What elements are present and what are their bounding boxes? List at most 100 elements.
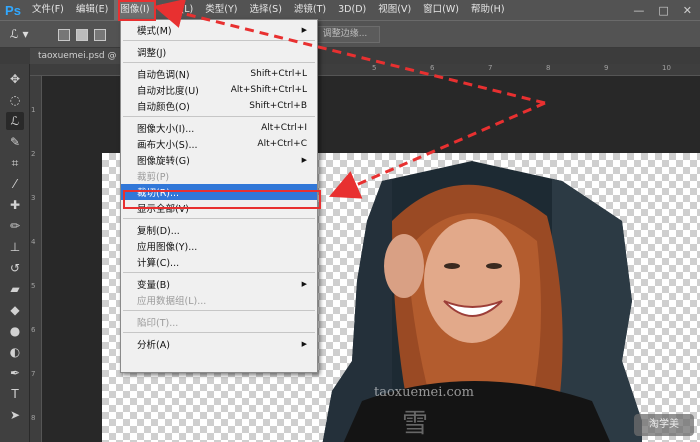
ruler-tick-label: 8	[546, 64, 551, 72]
menu-item-label: 画布大小(S)...	[137, 140, 198, 151]
ruler-tick-label: 7	[488, 64, 493, 72]
ruler-tick-label: 10	[662, 64, 671, 72]
healing-brush-icon[interactable]: ✚	[6, 196, 24, 214]
menu-item[interactable]: 图层(L)	[156, 0, 200, 20]
subtract-selection-icon[interactable]	[94, 29, 106, 41]
photoshop-logo: Ps	[5, 2, 21, 18]
corner-badge: 淘学美	[634, 414, 694, 436]
menu-item-label: 应用图像(Y)...	[137, 242, 198, 253]
close-icon[interactable]: ✕	[683, 4, 692, 17]
submenu-arrow-icon: ▶	[301, 340, 307, 348]
image-menu-item[interactable]: 应用图像(Y)...	[121, 238, 317, 254]
image-menu-item[interactable]: 画布大小(S)... Alt+Ctrl+C	[121, 136, 317, 152]
annotation-box-trim-item	[123, 190, 321, 209]
image-menu-item[interactable]: 自动颜色(O) Shift+Ctrl+B	[121, 98, 317, 114]
ruler-tick-label: 8	[31, 414, 36, 422]
menu-item[interactable]: 视图(V)	[372, 0, 417, 20]
path-select-icon[interactable]: ➤	[6, 406, 24, 424]
menu-separator	[123, 272, 315, 273]
ruler-tick-label: 5	[31, 282, 36, 290]
eyedropper-icon[interactable]: ⁄	[6, 175, 24, 193]
image-menu-item[interactable]: 图像大小(I)... Alt+Ctrl+I	[121, 120, 317, 136]
menu-item-label: 模式(M)	[137, 26, 172, 37]
submenu-arrow-icon: ▶	[301, 280, 307, 288]
image-menu-item[interactable]: 自动对比度(U) Alt+Shift+Ctrl+L	[121, 82, 317, 98]
menu-item-label: 调整(J)	[137, 48, 167, 59]
menu-item-label: 复制(D)...	[137, 226, 180, 237]
crop-icon[interactable]: ⌗	[6, 154, 24, 172]
menu-item[interactable]: 类型(Y)	[199, 0, 243, 20]
menu-separator	[123, 40, 315, 41]
image-menu-item[interactable]: 调整(J)	[121, 44, 317, 60]
menu-item-shortcut: Alt+Ctrl+I	[261, 123, 307, 133]
menu-item[interactable]: 文件(F)	[26, 0, 70, 20]
image-menu-item[interactable]: 自动色调(N) Shift+Ctrl+L	[121, 66, 317, 82]
menu-separator	[123, 116, 315, 117]
menu-bar: Ps 文件(F) 编辑(E) 图像(I) 图层(L) 类型(Y) 选择(S) 滤镜(T) 3D…	[0, 0, 700, 20]
menu-item-label: 陷印(T)...	[137, 318, 179, 329]
menu-items: 文件(F) 编辑(E) 图像(I) 图层(L) 类型(Y) 选择(S) 滤镜(T) 3D(D)…	[26, 0, 511, 20]
menu-item-shortcut: Shift+Ctrl+B	[249, 101, 307, 111]
ruler-tick-label: 6	[430, 64, 435, 72]
menu-separator	[123, 332, 315, 333]
image-menu-item[interactable]: 图像旋转(G) ▶	[121, 152, 317, 168]
marquee-icon[interactable]: ◌	[6, 91, 24, 109]
menu-item[interactable]: 窗口(W)	[417, 0, 465, 20]
menu-item[interactable]: 滤镜(T)	[288, 0, 332, 20]
ruler-tick-label: 1	[31, 106, 36, 114]
brush-icon[interactable]: ✏	[6, 217, 24, 235]
menu-item-label: 自动色调(N)	[137, 70, 190, 81]
image-menu-item[interactable]: 变量(B) ▶	[121, 276, 317, 292]
paint-bucket-icon[interactable]: ◆	[6, 301, 24, 319]
menu-separator	[123, 62, 315, 63]
image-menu-item[interactable]: 模式(M) ▶	[121, 22, 317, 38]
menu-item-label: 自动对比度(U)	[137, 86, 199, 97]
new-selection-icon[interactable]	[58, 29, 70, 41]
image-menu-item: 陷印(T)...	[121, 314, 317, 330]
ruler-tick-label: 7	[31, 370, 36, 378]
menu-item-shortcut: Shift+Ctrl+L	[250, 69, 307, 79]
refine-edge-button[interactable]: 调整边缘...	[310, 26, 380, 43]
menu-item-label: 自动颜色(O)	[137, 102, 190, 113]
dodge-icon[interactable]: ◐	[6, 343, 24, 361]
menu-item-label: 分析(A)	[137, 340, 170, 351]
submenu-arrow-icon: ▶	[301, 156, 307, 164]
blur-icon[interactable]: ●	[6, 322, 24, 340]
history-brush-icon[interactable]: ↺	[6, 259, 24, 277]
menu-separator	[123, 218, 315, 219]
type-icon[interactable]: T	[6, 385, 24, 403]
document-tab-row: taoxuemei.psd @ ×	[0, 48, 700, 64]
pen-icon[interactable]: ✒	[6, 364, 24, 382]
lasso-icon[interactable]: ℒ	[6, 112, 24, 130]
menu-item-label: 图像旋转(G)	[137, 156, 190, 167]
eraser-icon[interactable]: ▰	[6, 280, 24, 298]
add-selection-icon[interactable]	[76, 29, 88, 41]
submenu-arrow-icon: ▶	[301, 26, 307, 34]
vertical-ruler: 1 2 3 4 5 6 7 8	[30, 76, 42, 442]
menu-item[interactable]: 3D(D)	[332, 0, 372, 20]
ruler-tick-label: 4	[31, 238, 36, 246]
quick-select-icon[interactable]: ✎	[6, 133, 24, 151]
ruler-tick-label: 6	[31, 326, 36, 334]
menu-item[interactable]: 编辑(E)	[70, 0, 114, 20]
annotation-box-image-menu	[118, 0, 156, 21]
watermark-logo: 雪	[402, 409, 429, 439]
menu-item-label: 变量(B)	[137, 280, 170, 291]
menu-item[interactable]: 选择(S)	[243, 0, 287, 20]
image-menu-item[interactable]: 计算(C)...	[121, 254, 317, 270]
maximize-icon[interactable]: □	[658, 4, 668, 17]
window-controls: — □ ✕	[633, 4, 700, 17]
menu-item[interactable]: 帮助(H)	[465, 0, 511, 20]
minimize-icon[interactable]: —	[633, 4, 644, 17]
menu-item-shortcut: Alt+Ctrl+C	[257, 139, 307, 149]
menu-item-shortcut: Alt+Shift+Ctrl+L	[230, 85, 307, 95]
clone-stamp-icon[interactable]: ⊥	[6, 238, 24, 256]
menu-item-label: 计算(C)...	[137, 258, 180, 269]
image-menu-item[interactable]: 分析(A) ▶	[121, 336, 317, 352]
image-menu-item[interactable]: 复制(D)...	[121, 222, 317, 238]
portrait-photo	[322, 161, 642, 442]
move-icon[interactable]: ✥	[6, 70, 24, 88]
watermark-text: taoxuemei.com	[374, 385, 474, 400]
ruler-tick-label: 5	[372, 64, 377, 72]
lasso-preset-icon[interactable]: ℒ ▾	[10, 27, 38, 43]
